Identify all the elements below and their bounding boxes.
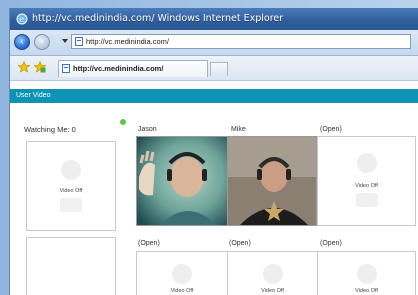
user-placeholder-body xyxy=(355,193,378,207)
video-slot-open-1[interactable]: Video Off xyxy=(317,136,416,226)
video-off-label: Video Off xyxy=(170,288,194,294)
video-off-label: Video Off xyxy=(59,188,83,194)
slot-label-jason: Jason xyxy=(138,126,157,133)
user-placeholder-body xyxy=(60,198,82,212)
favorites-bar: http://vc.medinindia.com/ xyxy=(10,56,418,81)
video-slot-open-3[interactable]: Video Off xyxy=(227,251,318,295)
navigation-bar: ‹ › http://vc.medinindia.com/ xyxy=(10,30,418,56)
user-placeholder-icon xyxy=(356,264,377,284)
slot-label-open-1: (Open) xyxy=(320,126,342,133)
title-bar: e http://vc.medinindia.com/ Windows Inte… xyxy=(10,8,418,30)
video-feed-jason[interactable] xyxy=(136,136,228,226)
video-slot-open-2[interactable]: Video Off xyxy=(136,251,228,295)
slot-label-mike: Mike xyxy=(231,126,246,133)
tab-title: http://vc.medinindia.com/ xyxy=(73,64,164,73)
self-video-tile-lower xyxy=(26,237,116,295)
user-placeholder-icon xyxy=(356,153,377,173)
video-off-label: Video Off xyxy=(355,183,378,189)
user-placeholder-icon xyxy=(262,264,283,284)
new-tab-button[interactable] xyxy=(210,62,228,76)
tab-current[interactable]: http://vc.medinindia.com/ xyxy=(58,60,208,77)
back-arrow-icon[interactable]: ‹ xyxy=(14,34,30,50)
svg-text:e: e xyxy=(19,15,24,24)
user-placeholder-icon xyxy=(61,160,81,180)
slot-label-open-3: (Open) xyxy=(229,240,251,247)
address-bar[interactable]: http://vc.medinindia.com/ xyxy=(71,34,411,49)
video-off-label: Video Off xyxy=(261,288,284,294)
forward-arrow-icon[interactable]: › xyxy=(34,34,50,50)
status-indicator-icon xyxy=(120,119,126,125)
add-favorites-icon[interactable] xyxy=(34,61,46,73)
window-title: http://vc.medinindia.com/ Windows Intern… xyxy=(32,13,284,24)
recent-pages-dropdown-icon[interactable] xyxy=(62,39,68,43)
video-slot-open-4[interactable]: Video Off xyxy=(317,251,416,295)
video-frame-jason xyxy=(137,137,227,225)
video-frame-mike xyxy=(228,137,316,225)
slot-label-open-2: (Open) xyxy=(138,240,160,247)
browser-window: e http://vc.medinindia.com/ Windows Inte… xyxy=(10,8,418,295)
favorites-star-icon[interactable] xyxy=(18,61,30,73)
ie-logo-icon: e xyxy=(16,13,28,25)
tab-page-icon xyxy=(62,64,70,73)
slot-label-open-4: (Open) xyxy=(320,240,342,247)
page-icon xyxy=(75,37,83,46)
self-video-tile[interactable]: Video Off xyxy=(26,141,116,231)
video-off-label: Video Off xyxy=(355,288,378,294)
video-feed-mike[interactable] xyxy=(227,136,317,226)
address-text: http://vc.medinindia.com/ xyxy=(86,37,169,46)
user-placeholder-icon xyxy=(172,264,192,284)
watching-me-label: Watching Me: 0 xyxy=(24,125,76,134)
section-header: User Video xyxy=(10,89,418,103)
page-content: User Video Watching Me: 0 Video Off Jaso… xyxy=(10,81,418,295)
